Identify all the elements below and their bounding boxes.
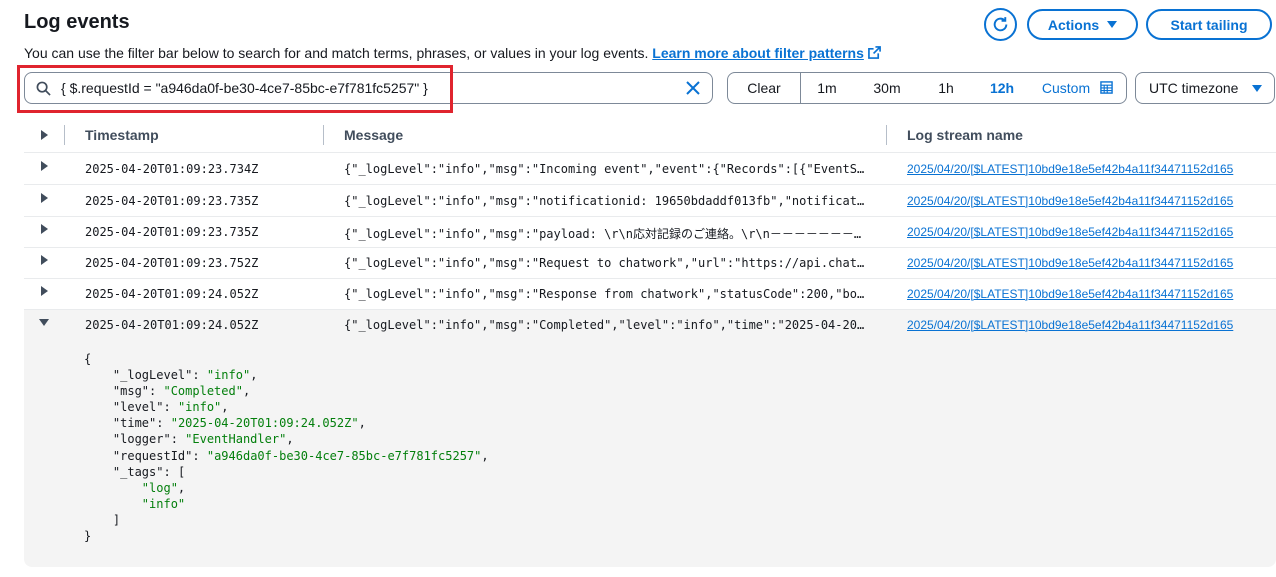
row-message: {"_logLevel":"info","msg":"Response from… (344, 287, 865, 301)
row-log-stream-link[interactable]: 2025/04/20/[$LATEST]10bd9e18e5ef42b4a11f… (907, 287, 1233, 301)
row-timestamp: 2025-04-20T01:09:23.734Z (85, 162, 259, 176)
row-log-stream-link[interactable]: 2025/04/20/[$LATEST]10bd9e18e5ef42b4a11f… (907, 256, 1233, 270)
table-row-expanded[interactable]: 2025-04-20T01:09:24.052Z {"_logLevel":"i… (24, 310, 1276, 341)
column-log-stream[interactable]: Log stream name (907, 127, 1023, 143)
time-range-selector: Clear 1m 30m 1h 12h Custom (727, 72, 1127, 104)
filter-highlight-box (17, 65, 453, 113)
json-array-value: "log" (141, 480, 178, 495)
json-array-open: [ (177, 464, 186, 479)
expand-row-icon[interactable] (41, 193, 48, 203)
json-key: "requestId" (112, 448, 193, 463)
column-divider (323, 125, 324, 145)
column-timestamp[interactable]: Timestamp (85, 127, 159, 143)
json-key: "logger" (112, 432, 171, 447)
calendar-icon[interactable] (1100, 81, 1113, 94)
json-open-brace: { (84, 352, 92, 366)
json-close-brace: } (84, 529, 92, 544)
divider (800, 73, 801, 103)
row-message: {"_logLevel":"info","msg":"payload: \r\n… (344, 227, 862, 241)
expand-row-icon[interactable] (41, 161, 48, 171)
range-30m[interactable]: 30m (864, 73, 910, 103)
expanded-json-panel: { "_logLevel": "info", "msg": "Completed… (24, 341, 1276, 567)
learn-more-label: Learn more about filter patterns (652, 45, 864, 61)
expand-all-icon[interactable] (41, 130, 48, 140)
caret-down-icon (1252, 85, 1262, 92)
range-1m[interactable]: 1m (806, 73, 848, 103)
row-timestamp: 2025-04-20T01:09:23.735Z (85, 194, 259, 208)
json-key: "_logLevel" (112, 368, 193, 383)
json-array-value: "info" (141, 496, 186, 511)
start-tailing-button[interactable]: Start tailing (1146, 9, 1272, 40)
table-row[interactable]: 2025-04-20T01:09:23.735Z {"_logLevel":"i… (24, 217, 1276, 248)
actions-label: Actions (1047, 16, 1100, 33)
table-row[interactable]: 2025-04-20T01:09:23.752Z {"_logLevel":"i… (24, 248, 1276, 279)
expand-row-icon[interactable] (41, 224, 48, 234)
row-log-stream-link[interactable]: 2025/04/20/[$LATEST]10bd9e18e5ef42b4a11f… (907, 162, 1233, 176)
column-message[interactable]: Message (344, 127, 403, 143)
page-title: Log events (24, 11, 130, 33)
json-key: "_tags" (112, 464, 164, 479)
json-key: "msg" (112, 384, 150, 399)
page-description: You can use the filter bar below to sear… (24, 45, 881, 61)
timezone-select[interactable]: UTC timezone (1135, 72, 1275, 104)
row-message: {"_logLevel":"info","msg":"Incoming even… (344, 162, 865, 176)
learn-more-link[interactable]: Learn more about filter patterns (652, 45, 881, 61)
range-custom[interactable]: Custom (1038, 73, 1094, 103)
table-header: Timestamp Message Log stream name (24, 117, 1276, 153)
table-row[interactable]: 2025-04-20T01:09:23.734Z {"_logLevel":"i… (24, 154, 1276, 185)
json-key: "level" (112, 400, 164, 415)
json-view: { "_logLevel": "info", "msg": "Completed… (84, 352, 489, 544)
json-value: "info" (177, 400, 222, 415)
row-message: {"_logLevel":"info","msg":"notificationi… (344, 194, 865, 208)
json-value: "EventHandler" (185, 432, 287, 447)
external-link-icon (867, 46, 881, 59)
row-timestamp: 2025-04-20T01:09:23.752Z (85, 256, 259, 270)
actions-button[interactable]: Actions (1027, 9, 1138, 40)
caret-down-icon (1107, 21, 1118, 28)
refresh-button[interactable] (984, 8, 1017, 41)
row-message: {"_logLevel":"info","msg":"Completed","l… (344, 318, 865, 332)
json-key: "time" (112, 416, 157, 431)
timezone-label: UTC timezone (1149, 80, 1239, 96)
row-log-stream-link[interactable]: 2025/04/20/[$LATEST]10bd9e18e5ef42b4a11f… (907, 318, 1233, 332)
row-log-stream-link[interactable]: 2025/04/20/[$LATEST]10bd9e18e5ef42b4a11f… (907, 225, 1233, 239)
description-text: You can use the filter bar below to sear… (24, 45, 649, 61)
range-1h[interactable]: 1h (926, 73, 966, 103)
column-divider (64, 125, 65, 145)
json-value: "2025-04-20T01:09:24.052Z" (170, 416, 359, 431)
row-timestamp: 2025-04-20T01:09:24.052Z (85, 287, 259, 301)
json-value: "a946da0f-be30-4ce7-85bc-e7f781fc5257" (206, 448, 482, 463)
column-divider (886, 125, 887, 145)
close-icon[interactable] (685, 80, 701, 96)
json-array-close: ] (112, 512, 121, 527)
refresh-icon (993, 17, 1008, 32)
json-value: "Completed" (163, 384, 243, 399)
json-value: "info" (206, 368, 251, 383)
row-timestamp: 2025-04-20T01:09:23.735Z (85, 225, 259, 239)
table-row[interactable]: 2025-04-20T01:09:24.052Z {"_logLevel":"i… (24, 279, 1276, 310)
row-log-stream-link[interactable]: 2025/04/20/[$LATEST]10bd9e18e5ef42b4a11f… (907, 194, 1233, 208)
clear-time-button[interactable]: Clear (728, 73, 800, 103)
table-row[interactable]: 2025-04-20T01:09:23.735Z {"_logLevel":"i… (24, 186, 1276, 217)
expand-row-icon[interactable] (41, 255, 48, 265)
row-timestamp: 2025-04-20T01:09:24.052Z (85, 318, 259, 332)
range-12h[interactable]: 12h (980, 73, 1024, 103)
row-message: {"_logLevel":"info","msg":"Request to ch… (344, 256, 865, 270)
collapse-row-icon[interactable] (39, 319, 49, 326)
expand-row-icon[interactable] (41, 286, 48, 296)
